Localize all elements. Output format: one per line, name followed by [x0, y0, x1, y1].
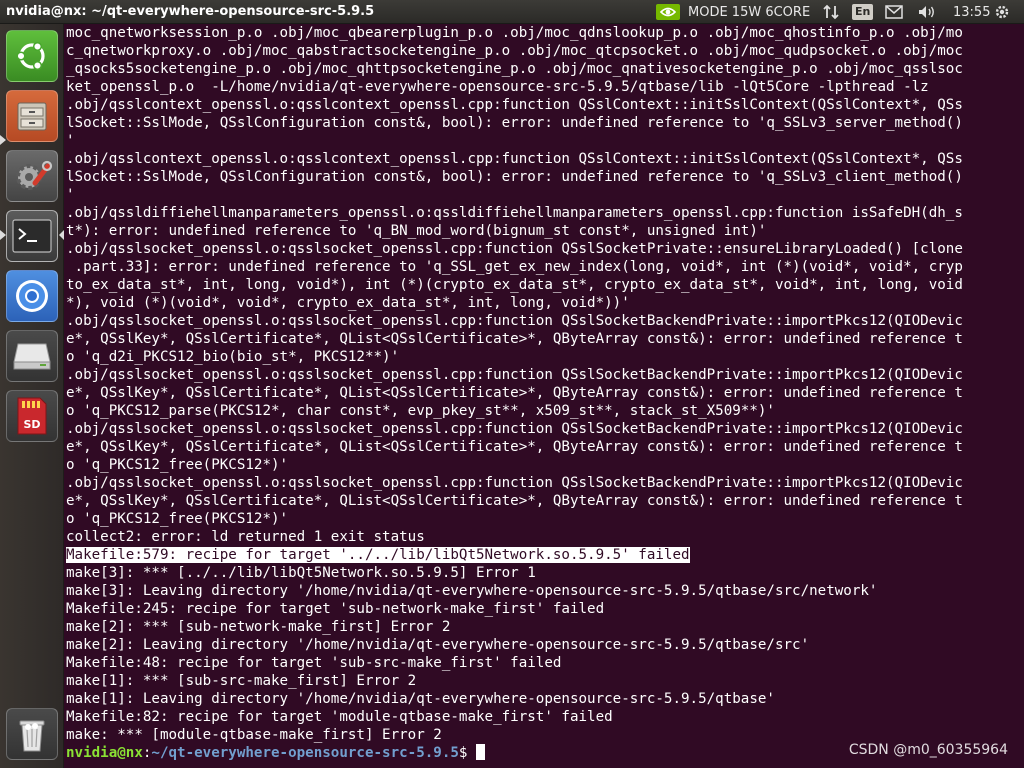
launcher-trash[interactable]	[6, 708, 58, 760]
launcher-ubuntu-dash[interactable]	[6, 30, 58, 82]
terminal-line: .obj/qssldiffiehellmanparameters_openssl…	[66, 205, 963, 221]
terminal-line: make: *** [module-qtbase-make_first] Err…	[66, 727, 442, 743]
terminal-line: make[3]: Leaving directory '/home/nvidia…	[66, 583, 878, 599]
chromium-icon	[16, 280, 48, 312]
terminal-line: .obj/qsslsocket_openssl.o:qsslsocket_ope…	[66, 367, 963, 383]
terminal-line: .obj/qsslcontext_openssl.o:qsslcontext_o…	[66, 151, 963, 167]
terminal-cursor[interactable]	[476, 744, 486, 760]
terminal-line: '	[66, 187, 75, 203]
network-arrows-icon[interactable]	[822, 0, 840, 24]
terminal-line: Makefile:245: recipe for target 'sub-net…	[66, 601, 605, 617]
terminal-line: .obj/qsslsocket_openssl.o:qsslsocket_ope…	[66, 475, 963, 491]
sd-card-icon: SD	[17, 397, 47, 435]
launcher-sd-card[interactable]: SD	[6, 390, 58, 442]
running-indicator	[0, 135, 6, 145]
csdn-watermark: CSDN @m0_60355964	[848, 742, 1008, 758]
terminal-line: o 'q_PKCS12_free(PKCS12*)'	[66, 457, 289, 473]
launcher-files[interactable]	[6, 90, 58, 142]
top-panel: nvidia@nx: ~/qt-everywhere-opensource-sr…	[0, 0, 1024, 24]
terminal-prompt-line: nvidia@nx:~/qt-everywhere-opensource-src…	[66, 744, 963, 762]
terminal-line: _qsocks5socketengine_p.o .obj/moc_qhttps…	[66, 61, 963, 77]
running-indicator	[0, 230, 6, 240]
drive-icon	[13, 343, 51, 370]
launcher-terminal[interactable]	[6, 210, 58, 262]
clock[interactable]: 13:55	[953, 0, 990, 24]
terminal-line: lSocket::SslMode, QSslConfiguration cons…	[66, 169, 963, 185]
terminal-line: Makefile:48: recipe for target 'sub-src-…	[66, 655, 562, 671]
terminal-line: o 'q_PKCS12_parse(PKCS12*, char const*, …	[66, 403, 775, 419]
language-badge: En	[852, 4, 874, 20]
ubuntu-logo-icon	[16, 41, 45, 71]
nvidia-logo-icon[interactable]	[656, 0, 680, 24]
terminal-output: moc_qnetworksession_p.o .obj/moc_qbearer…	[66, 24, 963, 762]
terminal-line: e*, QSslKey*, QSslCertificate*, QList<QS…	[66, 331, 963, 347]
terminal-line: make[1]: *** [sub-src-make_first] Error …	[66, 673, 417, 689]
terminal-line: lSocket::SslMode, QSslConfiguration cons…	[66, 115, 963, 131]
terminal-line: e*, QSslKey*, QSslCertificate*, QList<QS…	[66, 439, 963, 455]
terminal-line: to_ex_data_st*, int, long, void*), int (…	[66, 277, 963, 293]
terminal-line: o 'q_d2i_PKCS12_bio(bio_st*, PKCS12**)'	[66, 349, 400, 365]
terminal-line: '	[66, 133, 75, 149]
launcher-chromium[interactable]	[6, 270, 58, 322]
prompt-path: ~/qt-everywhere-opensource-src-5.9.5	[151, 745, 459, 761]
terminal-line: .obj/qsslsocket_openssl.o:qsslsocket_ope…	[66, 313, 963, 329]
keyboard-language-indicator[interactable]: En	[852, 0, 874, 24]
terminal-line: t*): error: undefined reference to 'q_BN…	[66, 223, 767, 239]
terminal-line: .part.33]: error: undefined reference to…	[66, 259, 963, 275]
mail-icon[interactable]	[885, 0, 903, 24]
power-gear-icon[interactable]	[993, 0, 1011, 24]
launcher: SD	[0, 24, 64, 768]
prompt-user-host: nvidia@nx	[66, 745, 143, 761]
terminal-line-highlighted: Makefile:579: recipe for target '../../l…	[66, 546, 963, 564]
power-mode-indicator[interactable]: MODE 15W 6CORE	[688, 0, 810, 24]
trash-icon	[19, 720, 45, 752]
terminal-line: make[2]: Leaving directory '/home/nvidia…	[66, 637, 810, 653]
terminal-line: make[3]: *** [../../lib/libQt5Network.so…	[66, 565, 536, 581]
terminal-line: ket_openssl_p.o -L/home/nvidia/qt-everyw…	[66, 79, 929, 95]
launcher-system-settings[interactable]	[6, 150, 58, 202]
terminal-line: make[2]: *** [sub-network-make_first] Er…	[66, 619, 451, 635]
terminal-window[interactable]: moc_qnetworksession_p.o .obj/moc_qbearer…	[64, 24, 1024, 768]
terminal-icon	[12, 219, 52, 253]
terminal-line: .obj/qsslcontext_openssl.o:qsslcontext_o…	[66, 97, 963, 113]
terminal-line: .obj/qsslsocket_openssl.o:qsslsocket_ope…	[66, 241, 963, 257]
launcher-drive[interactable]	[6, 330, 58, 382]
terminal-line: moc_qnetworksession_p.o .obj/moc_qbearer…	[66, 25, 963, 41]
terminal-line: .obj/qsslsocket_openssl.o:qsslsocket_ope…	[66, 421, 963, 437]
terminal-line: Makefile:82: recipe for target 'module-q…	[66, 709, 613, 725]
terminal-line: o 'q_PKCS12_free(PKCS12*)'	[66, 511, 289, 527]
window-title: nvidia@nx: ~/qt-everywhere-opensource-sr…	[6, 4, 375, 19]
file-cabinet-icon	[17, 102, 47, 131]
sd-card-label: SD	[23, 418, 40, 431]
terminal-line: e*, QSslKey*, QSslCertificate*, QList<QS…	[66, 493, 963, 509]
selected-text[interactable]: Makefile:579: recipe for target '../../l…	[66, 547, 690, 563]
terminal-line: collect2: error: ld returned 1 exit stat…	[66, 529, 425, 545]
terminal-line: make[1]: Leaving directory '/home/nvidia…	[66, 691, 775, 707]
terminal-line: *), void (*)(void*, void*, crypto_ex_dat…	[66, 295, 630, 311]
terminal-line: e*, QSslKey*, QSslCertificate*, QList<QS…	[66, 385, 963, 401]
terminal-line: c_qnetworkproxy.o .obj/moc_qabstractsock…	[66, 43, 963, 59]
volume-icon[interactable]	[917, 0, 937, 24]
settings-wrench-icon	[16, 160, 53, 190]
prompt-symbol: $	[458, 745, 477, 761]
